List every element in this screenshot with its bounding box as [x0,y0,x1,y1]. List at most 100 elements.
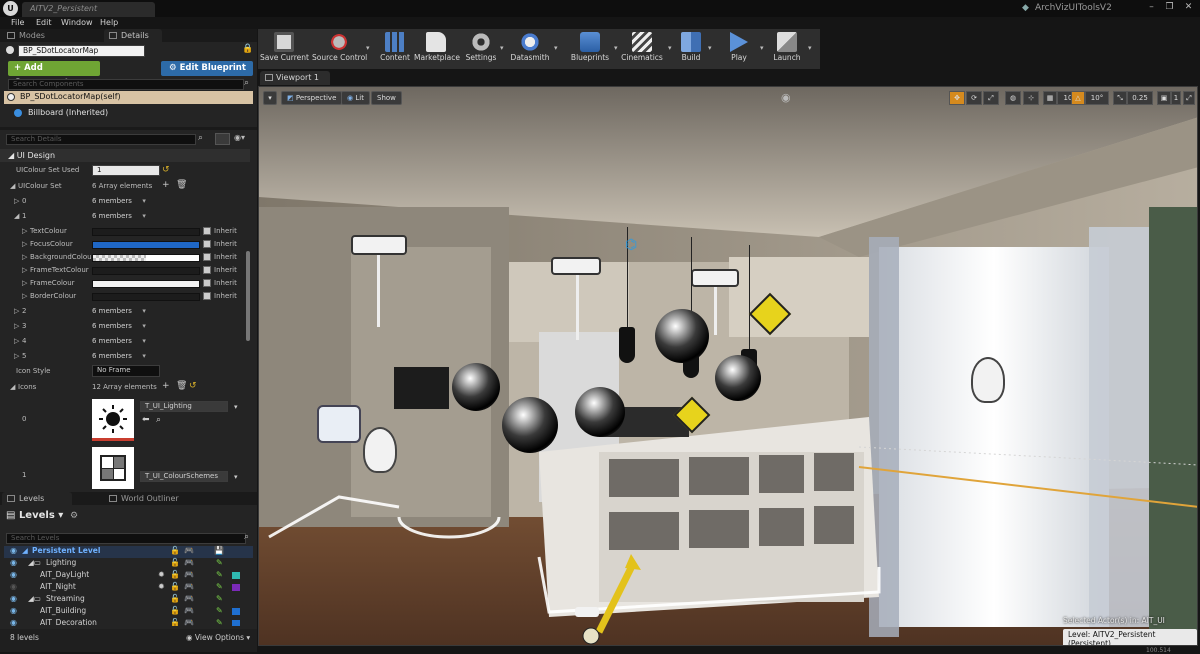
lock-icon[interactable]: 🔓 [170,546,180,555]
viewport-tab[interactable]: Viewport 1 [260,71,330,85]
translate-tool-button[interactable]: ✥ [949,91,965,105]
expand-arrow-icon[interactable]: ▷ [14,350,19,363]
delete-icon[interactable]: 🗑 [176,179,187,192]
menu-edit[interactable]: Edit [36,18,52,27]
level-row-lighting[interactable]: ◉ ◢▭ Lighting 🔓 🎮 ✎ [4,558,253,570]
light-icon[interactable]: ✹ [158,582,165,591]
pencil-icon[interactable]: ✎ [216,606,223,615]
save-level-icon[interactable]: 💾 [214,546,224,555]
spotlight-actor-icon[interactable] [351,235,407,255]
sun-icon[interactable] [92,399,134,441]
perspective-button[interactable]: ◩ Perspective [281,91,343,105]
gamepad-icon[interactable]: 🎮 [184,558,194,567]
browse-asset-icon[interactable]: ⌕ [156,415,161,425]
element-4-members[interactable]: 6 members [92,335,146,348]
source-control-dropdown-icon[interactable]: ▾ [366,44,370,52]
component-self-row[interactable]: BP_SDotLocatorMap(self) [4,91,253,104]
launch-button[interactable]: Launch [770,30,804,68]
level-row-streaming[interactable]: ◉ ◢▭ Streaming 🔓 🎮 ✎ [4,594,253,606]
transform-gizmo[interactable] [579,552,649,646]
source-control-button[interactable]: Source Control [312,30,367,68]
eye-options-icon[interactable]: ◉▾ [234,133,245,142]
pencil-icon[interactable]: ✎ [216,558,223,567]
close-button[interactable]: ✕ [1180,0,1197,14]
expand-arrow-icon[interactable]: ▷ [22,264,27,277]
inherit-checkbox[interactable] [203,240,211,248]
gamepad-icon[interactable]: 🎮 [184,594,194,603]
eye-icon[interactable]: ◉ [10,570,17,579]
inherit-checkbox[interactable] [203,227,211,235]
menu-window[interactable]: Window [61,18,93,27]
menu-file[interactable]: File [11,18,24,27]
focus-colour-swatch[interactable] [92,241,200,249]
reflection-capture-sphere[interactable] [575,387,625,437]
element-2-members[interactable]: 6 members [92,305,146,318]
maximize-viewport-button[interactable]: ⤢ [1183,91,1195,105]
scale-tool-button[interactable]: ⤢ [983,91,999,105]
eye-icon[interactable]: ◉ [10,546,17,555]
spotlight-actor-icon[interactable] [551,257,601,275]
world-local-button[interactable]: ◍ [1005,91,1021,105]
document-tab[interactable]: AITV2_Persistent [22,2,155,17]
expand-arrow-icon[interactable]: ▷ [22,225,27,238]
reflection-capture-sphere[interactable] [715,355,761,401]
lock-icon[interactable]: 🔓 [170,558,180,567]
level-row-night[interactable]: ◉ AIT_Night ✹ 🔓 🎮 ✎ [4,582,253,594]
point-light-bulb-icon[interactable] [971,357,1005,403]
blueprints-dropdown-icon[interactable]: ▾ [614,44,618,52]
current-level-badge[interactable]: Level: AITV2_Persistent (Persistent) [1063,629,1197,645]
inherit-checkbox[interactable] [203,279,211,287]
tab-levels[interactable]: Levels [2,492,72,505]
menu-help[interactable]: Help [100,18,118,27]
element-0-members[interactable]: 6 members [92,195,146,208]
build-dropdown-icon[interactable]: ▾ [708,44,712,52]
row-options-icon[interactable]: ▾ [234,403,238,411]
reset-icon[interactable]: ↺ [189,380,197,393]
background-colour-swatch[interactable] [92,254,200,262]
settings-dropdown-icon[interactable]: ▾ [500,44,504,52]
audio-actor-icon[interactable]: ⌬ [625,237,637,253]
play-button[interactable]: Play [722,30,756,68]
grid-view-icon[interactable] [215,133,230,145]
lock-icon[interactable]: 🔓 [170,594,180,603]
expand-arrow-icon[interactable]: ▷ [22,290,27,303]
eye-hidden-icon[interactable]: ◉ [10,582,17,591]
settings-button[interactable]: Settings [464,30,498,68]
level-row-building[interactable]: ◉ AIT_Building 🔓 🎮 ✎ [4,606,253,618]
point-light-bulb-icon[interactable] [363,427,397,473]
reset-icon[interactable]: ↺ [162,164,170,177]
use-asset-arrow-icon[interactable]: ⬅ [142,415,150,425]
minimize-button[interactable]: – [1143,0,1160,14]
add-component-button[interactable]: + Add Component ▾ [8,61,100,88]
lit-button[interactable]: ◉ Lit [341,91,370,105]
ui-colour-set-used-field[interactable]: 1 [92,165,160,176]
reflection-capture-sphere[interactable] [502,397,558,453]
maximize-button[interactable]: ❐ [1161,0,1178,14]
levels-header[interactable]: ▤ Levels ▾ [6,510,63,521]
collapse-arrow-icon[interactable]: ◢ [14,210,19,223]
build-button[interactable]: Build [676,30,706,68]
add-element-icon[interactable]: + [162,179,170,192]
gamepad-icon[interactable]: 🎮 [184,582,194,591]
expand-arrow-icon[interactable]: ▷ [14,195,19,208]
cinematics-dropdown-icon[interactable]: ▾ [668,44,672,52]
frame-text-colour-swatch[interactable] [92,267,200,275]
eye-icon[interactable]: ◉ [10,606,17,615]
inherit-checkbox[interactable] [203,266,211,274]
notification-icon[interactable]: ◆ [1022,3,1029,13]
light-icon[interactable]: ✹ [158,570,165,579]
reflection-capture-sphere[interactable] [655,309,709,363]
element-5-members[interactable]: 6 members [92,350,146,363]
player-start-gamepad-icon[interactable] [317,405,361,443]
expand-arrow-icon[interactable]: ◢ [10,180,15,193]
play-dropdown-icon[interactable]: ▾ [760,44,764,52]
gamepad-icon[interactable]: 🎮 [184,546,194,555]
expand-arrow-icon[interactable]: ▷ [22,251,27,264]
search-details-input[interactable]: Search Details [6,134,196,145]
component-billboard-row[interactable]: Billboard (Inherited) [4,107,253,120]
tab-world-outliner[interactable]: World Outliner [104,492,194,505]
blueprints-button[interactable]: Blueprints [568,30,612,68]
level-row-persistent[interactable]: ◉ ◢ Persistent Level 🔓 🎮 💾 [4,546,253,558]
lock-icon[interactable]: 🔓 [170,606,180,615]
pencil-icon[interactable]: ✎ [216,570,223,579]
